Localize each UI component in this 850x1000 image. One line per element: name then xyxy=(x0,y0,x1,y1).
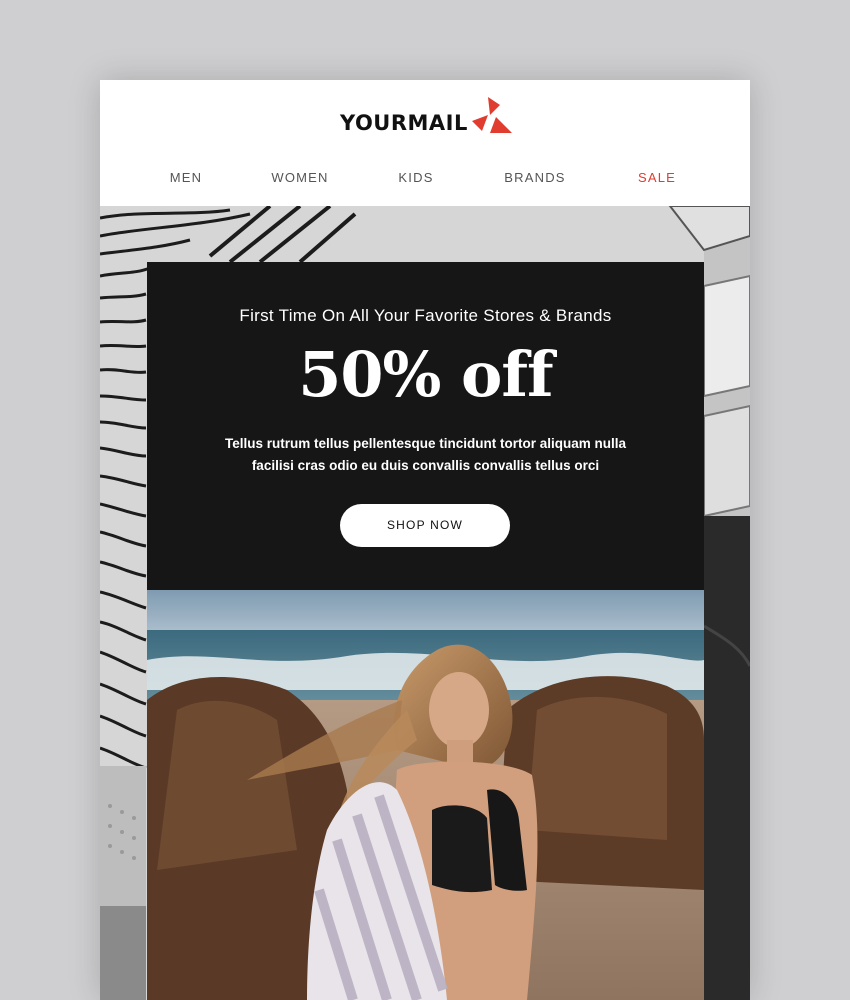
hero-photo xyxy=(147,590,704,1000)
promo-banner: First Time On All Your Favorite Stores &… xyxy=(147,262,704,590)
main-nav: MEN WOMEN KIDS BRANDS SALE xyxy=(100,170,750,194)
nav-item-women[interactable]: WOMEN xyxy=(271,170,328,185)
nav-item-sale[interactable]: SALE xyxy=(638,170,676,185)
promo-description: Tellus rutrum tellus pellentesque tincid… xyxy=(197,433,654,477)
promo-description-line-1: Tellus rutrum tellus pellentesque tincid… xyxy=(224,436,627,451)
email-header: YOURMAIL MEN WOMEN KIDS BRANDS SALE xyxy=(100,80,750,206)
shop-now-button[interactable]: SHOP NOW xyxy=(340,504,510,547)
brand-logo[interactable]: YOURMAIL xyxy=(340,94,516,142)
beach-photo-icon xyxy=(147,590,704,1000)
nav-item-men[interactable]: MEN xyxy=(170,170,203,185)
promo-description-line-2: facilisi cras odio eu duis convallis con… xyxy=(251,458,600,473)
brand-logo-icon xyxy=(471,97,512,133)
promo-subtitle: First Time On All Your Favorite Stores &… xyxy=(239,306,612,325)
nav-item-brands[interactable]: BRANDS xyxy=(504,170,565,185)
nav-item-kids[interactable]: KIDS xyxy=(398,170,433,185)
promo-headline: 50% off xyxy=(298,338,553,411)
email-card: YOURMAIL MEN WOMEN KIDS BRANDS SALE Firs… xyxy=(100,80,750,1000)
brand-name: YOURMAIL xyxy=(340,111,468,135)
